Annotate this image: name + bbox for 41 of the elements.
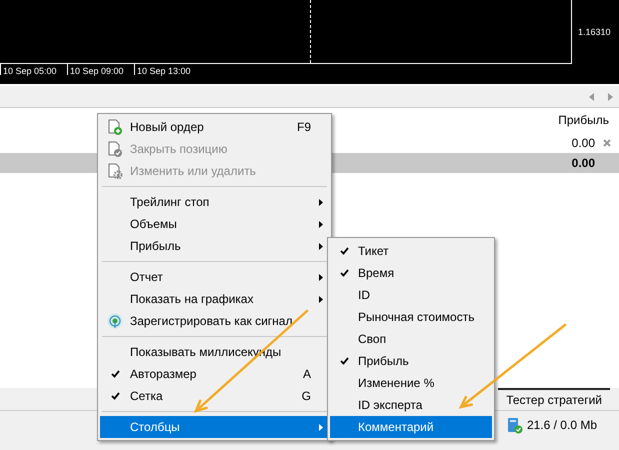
scroll-right-icon[interactable] [608,92,613,100]
menu-item[interactable]: Время [330,262,492,284]
menu-item[interactable]: ID [330,284,492,306]
time-label: 10 Sep 05:00 [0,64,67,75]
submenu-arrow-icon [319,274,323,280]
menu-item[interactable]: Столбцы [100,416,329,438]
menu-item[interactable]: Отчет [100,266,329,288]
submenu-arrow-icon [319,198,323,206]
memory-status: 21.6 / 0.0 Mb [526,418,597,432]
total-cell: 0.00 [572,156,595,170]
price-label: 1.16310 [577,26,612,38]
menu-item[interactable]: Прибыль [100,235,329,257]
document-gear-icon [107,163,123,179]
menu-item[interactable]: Комментарий [330,416,492,438]
document-plus-icon [107,119,123,135]
menu-item[interactable]: Своп [330,328,492,350]
close-icon[interactable] [603,138,611,146]
menu-item[interactable]: Объемы [100,213,329,235]
submenu-arrow-icon [319,296,323,302]
time-label: 10 Sep 09:00 [67,64,134,75]
submenu-arrow-icon [319,220,323,228]
submenu-arrow-icon [319,424,323,430]
column-header[interactable]: Прибыль [558,113,609,127]
menu-item[interactable]: Сетка G [100,385,329,407]
submenu-arrow-icon [319,242,323,250]
menu-item[interactable]: Рыночная стоимость [330,306,492,328]
menu-item[interactable]: Тикет [330,240,492,262]
database-icon [506,416,523,434]
scroll-left-icon[interactable] [589,92,594,100]
menu-item[interactable]: Новый ордер F9 [100,116,329,138]
menu-item[interactable]: ID эксперта [330,394,492,416]
table-cell: 0.00 [572,136,595,150]
document-check-icon [107,141,123,157]
menu-item[interactable]: Показать на графиках [100,288,329,310]
time-label: 10 Sep 13:00 [134,64,201,75]
menu-item[interactable]: Авторазмер A [100,363,329,385]
menu-item[interactable]: Трейлинг стоп [100,191,329,213]
signal-icon [107,313,123,329]
menu-item[interactable]: Прибыль [330,350,492,372]
menu-item[interactable]: Зарегистрировать как сигнал [100,310,329,332]
menu-item[interactable]: Изменение % [330,372,492,394]
